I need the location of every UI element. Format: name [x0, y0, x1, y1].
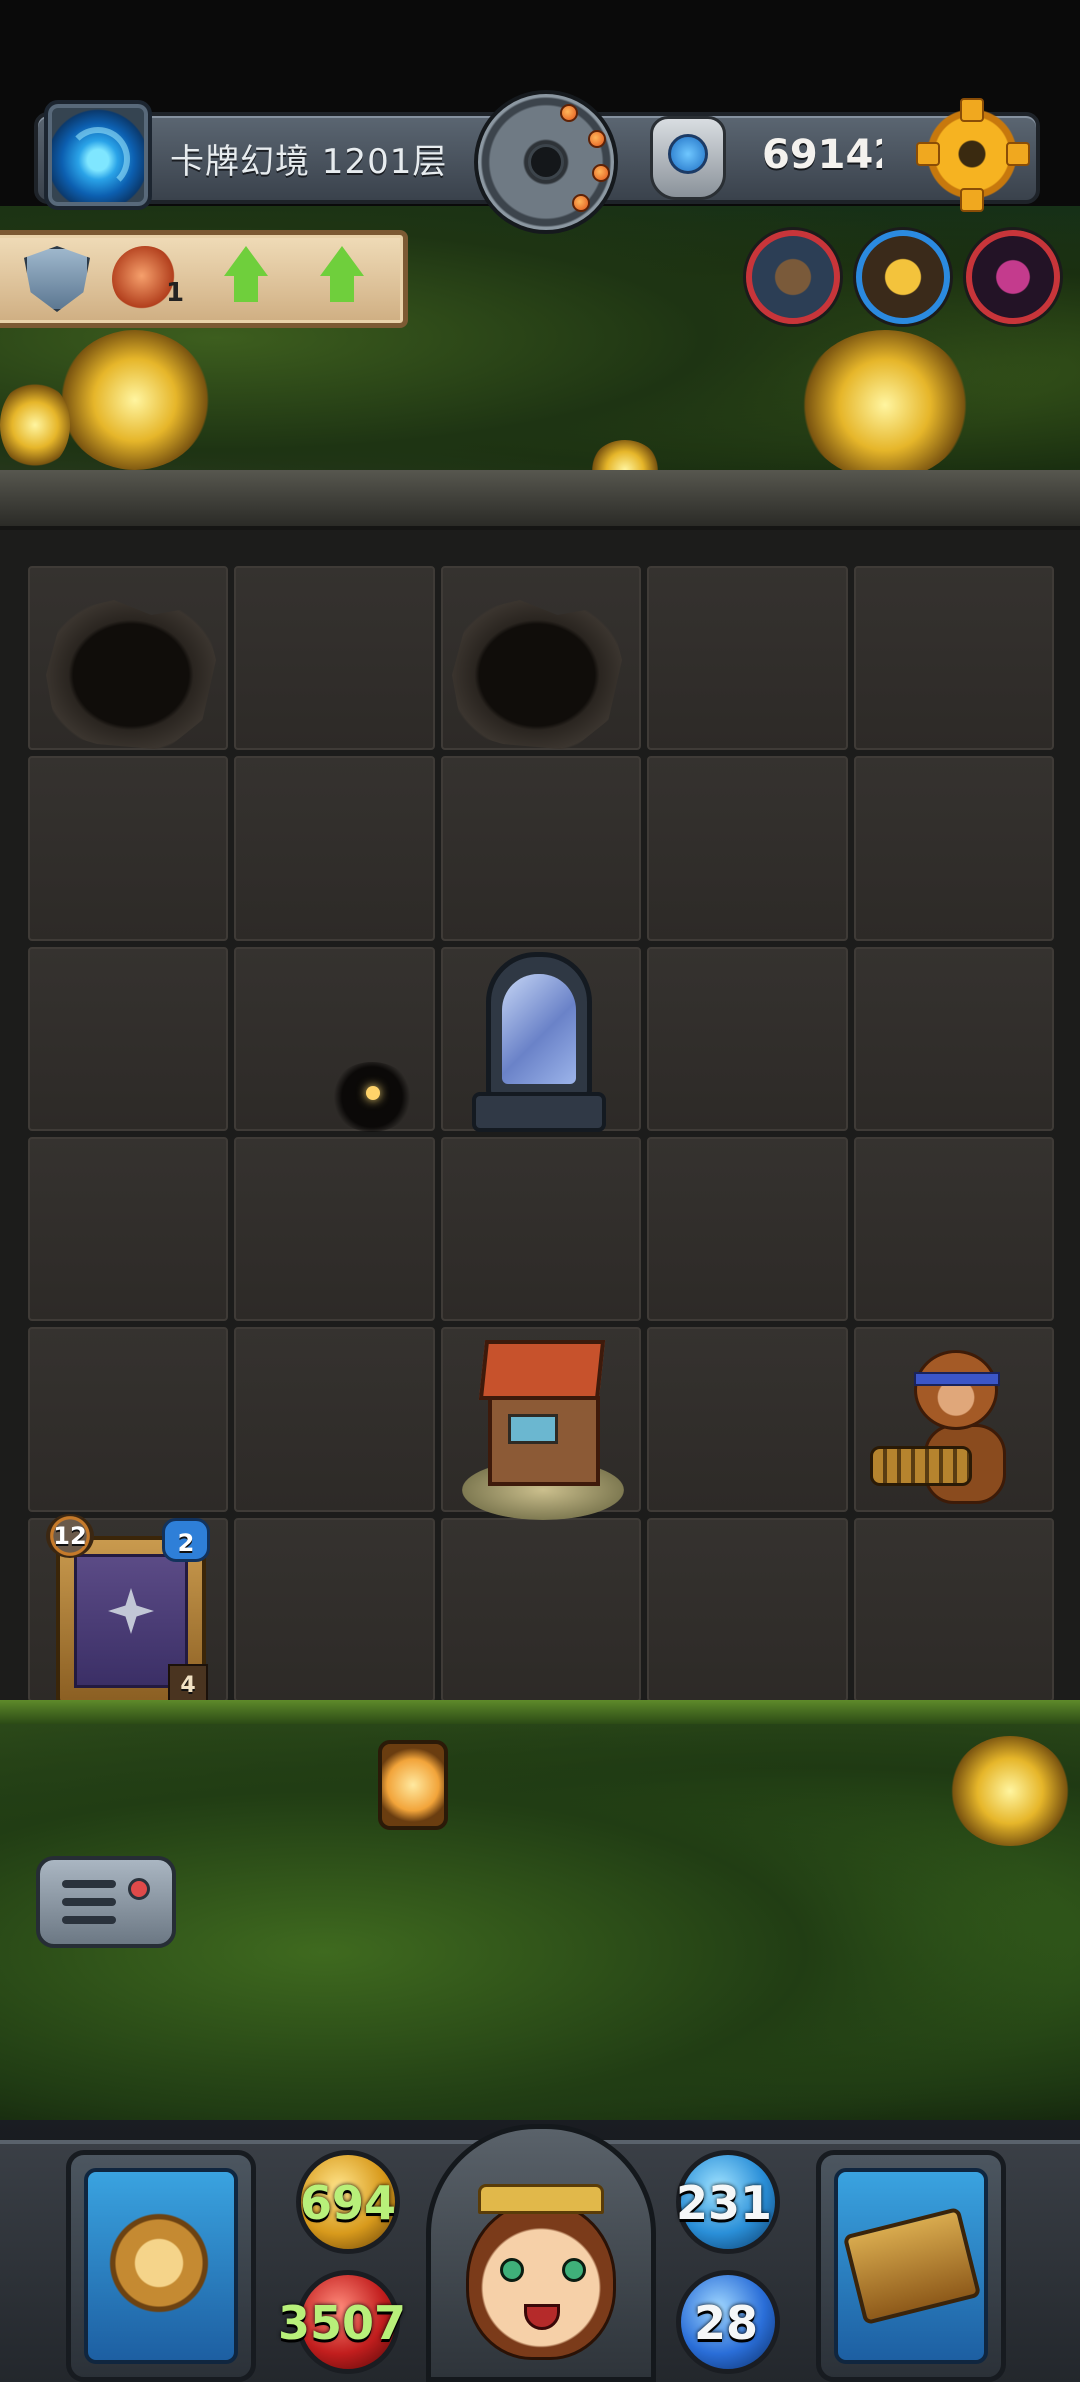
- board-cell[interactable]: [647, 1327, 848, 1512]
- board-cell[interactable]: [234, 1517, 435, 1702]
- ally-monkey-portrait[interactable]: [856, 230, 950, 324]
- board-cell[interactable]: [647, 756, 848, 941]
- board-cell[interactable]: [853, 1517, 1054, 1702]
- defense-value: 231: [676, 2176, 773, 2230]
- health-value: 3507: [278, 2296, 407, 2350]
- board-cell[interactable]: [440, 1517, 642, 1702]
- arrow-up-icon[interactable]: [216, 246, 276, 306]
- dial-charge: [572, 194, 590, 212]
- menu-notify-dot: [128, 1878, 150, 1900]
- glowing-pod: [950, 1736, 1070, 1846]
- ally-hammer-portrait[interactable]: [746, 230, 840, 324]
- compass-helmet-icon: [104, 2208, 214, 2318]
- board-cell[interactable]: [28, 1136, 229, 1322]
- broken-floor-hole[interactable]: [452, 600, 622, 750]
- board-cell[interactable]: [28, 1327, 229, 1512]
- menu-line: [62, 1898, 116, 1906]
- attack-value: 694: [300, 2176, 397, 2230]
- menu-line: [62, 1916, 116, 1924]
- board-cell[interactable]: [853, 1136, 1054, 1322]
- board-cell[interactable]: [28, 946, 229, 1131]
- board-cell[interactable]: [647, 566, 848, 751]
- dial-charge: [560, 104, 578, 122]
- house-window: [508, 1414, 558, 1444]
- ally-demon-portrait[interactable]: [966, 230, 1060, 324]
- glowing-pod: [0, 380, 70, 470]
- board-cell[interactable]: [28, 756, 229, 941]
- mana-value: 28: [694, 2296, 759, 2350]
- board-cell[interactable]: [234, 1136, 435, 1322]
- monkey-head: [914, 1350, 998, 1430]
- board-cell[interactable]: [440, 1136, 642, 1322]
- board-cell[interactable]: [647, 1136, 848, 1322]
- gear-tooth: [1006, 142, 1030, 166]
- grass-edge: [0, 1700, 1080, 1724]
- portal-swirl: [66, 127, 130, 191]
- floor-label: 卡牌幻境 1201层: [170, 142, 448, 182]
- board-cell[interactable]: [853, 946, 1054, 1131]
- lantern-icon: [378, 1740, 448, 1830]
- gatling-gun: [870, 1446, 972, 1486]
- glowing-pod: [800, 330, 970, 480]
- board-cell[interactable]: [853, 756, 1054, 941]
- rune-stone-mark: [668, 134, 708, 174]
- house-roof: [478, 1340, 606, 1400]
- card-shield-badge: 2: [162, 1518, 210, 1562]
- board-cell[interactable]: [647, 946, 848, 1131]
- board-cell[interactable]: [853, 566, 1054, 751]
- arrow-up-icon[interactable]: [312, 246, 372, 306]
- hero-crown: [478, 2184, 604, 2214]
- dial-hub: [528, 144, 564, 180]
- mirror-base: [472, 1092, 606, 1132]
- shadow-pit-eye: [366, 1086, 380, 1100]
- broken-floor-hole[interactable]: [46, 600, 216, 750]
- board-cell[interactable]: [647, 1517, 848, 1702]
- magic-mirror[interactable]: [466, 952, 612, 1134]
- monkey-headband: [914, 1372, 1000, 1386]
- dial-charge: [588, 130, 606, 148]
- card-level-badge: 4: [168, 1664, 208, 1704]
- dial-charge: [592, 164, 610, 182]
- board-cell[interactable]: [440, 756, 642, 941]
- gear-tooth: [960, 188, 984, 212]
- gear-tooth: [960, 98, 984, 122]
- gear-tooth: [916, 142, 940, 166]
- gold-counter: 691423: [762, 132, 882, 178]
- stone-rim-top: [0, 470, 1080, 530]
- card-attack-badge: 12: [46, 1514, 94, 1558]
- game-screen: 卡牌幻境 1201层 691423 1: [0, 0, 1080, 2382]
- hero-eye: [500, 2258, 524, 2282]
- mirror-glass: [502, 974, 576, 1084]
- monkey-gunner-enemy[interactable]: [862, 1350, 1042, 1520]
- glowing-pod: [60, 330, 210, 470]
- board-cell[interactable]: [234, 566, 435, 751]
- menu-line: [62, 1880, 116, 1888]
- board-cell[interactable]: [234, 756, 435, 941]
- shop-house[interactable]: [462, 1340, 624, 1522]
- board-cell[interactable]: [234, 1327, 435, 1512]
- hero-portrait[interactable]: [466, 2200, 616, 2360]
- hero-eye: [562, 2258, 586, 2282]
- fox-count: 1: [166, 278, 185, 308]
